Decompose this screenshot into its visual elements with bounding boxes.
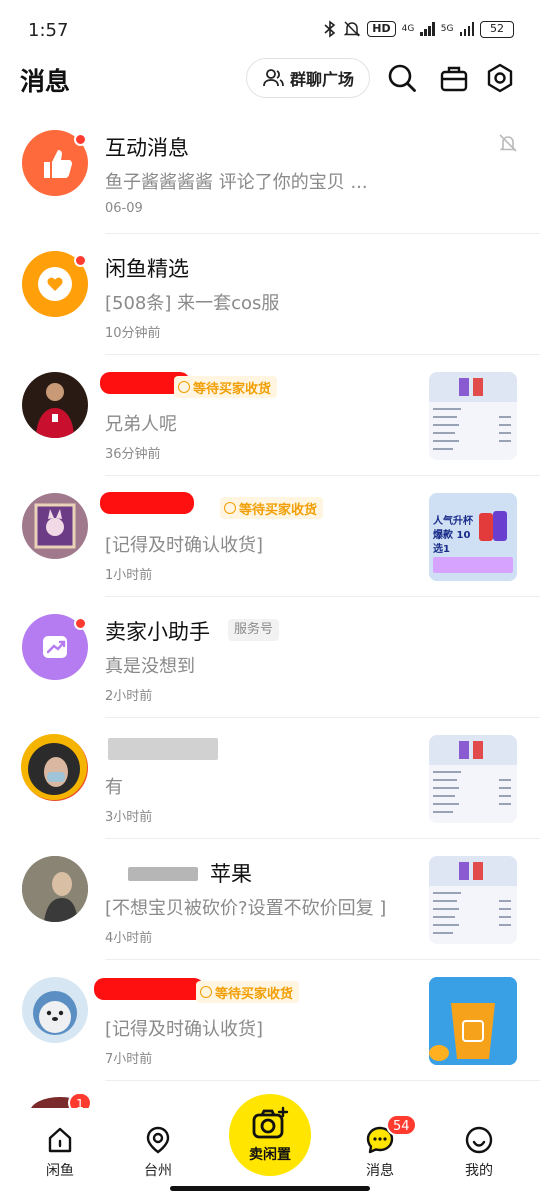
user-avatar <box>22 856 88 922</box>
search-icon[interactable] <box>386 62 418 94</box>
unread-count-badge: 54 <box>386 1114 417 1136</box>
unread-dot <box>74 254 87 267</box>
conversation-time: 1小时前 <box>105 568 153 583</box>
conversation-item[interactable]: 等待买家收货 兄弟人呢 36分钟前 <box>0 355 540 476</box>
conversation-list: 互动消息 鱼子酱酱酱酱 评论了你的宝贝 ... 06-09 闲鱼精选 [508条… <box>0 113 540 1081</box>
conversation-item[interactable]: 卖家小助手 服务号 真是没想到 2小时前 <box>0 597 540 718</box>
bell-muted-icon <box>343 21 361 37</box>
conversation-preview: [不想宝贝被砍价?设置不砍价回复 ] <box>105 898 387 919</box>
conversation-time: 06-09 <box>105 201 143 216</box>
nav-label: 闲鱼 <box>46 1163 74 1179</box>
seal-cartoon <box>33 991 77 1035</box>
status-bar: 1:57 HD 4G 5G 52 <box>0 0 540 62</box>
conversation-name: 苹果 <box>210 862 252 886</box>
bluetooth-icon <box>324 20 336 38</box>
hd-indicator: HD <box>367 21 396 37</box>
conversation-time: 36分钟前 <box>105 447 161 462</box>
conversation-time: 4小时前 <box>105 931 153 946</box>
person-photo <box>21 734 87 800</box>
network-4g-label: 4G <box>401 24 415 34</box>
unread-dot <box>74 133 87 146</box>
home-indicator <box>170 1186 370 1191</box>
redacted-name <box>100 492 194 514</box>
person-photo <box>34 503 76 549</box>
order-status-tag: 等待买家收货 <box>220 497 324 519</box>
network-5g-label: 5G <box>440 24 454 34</box>
conversation-name: 闲鱼精选 <box>105 257 189 281</box>
item-thumbnail[interactable] <box>429 372 517 460</box>
mute-icon <box>499 134 517 152</box>
conversation-time: 10分钟前 <box>105 326 161 341</box>
conversation-preview: [记得及时确认收货] <box>105 535 264 556</box>
conversation-time: 2小时前 <box>105 689 153 704</box>
order-status-tag: 等待买家收货 <box>174 376 278 398</box>
location-icon <box>146 1126 170 1154</box>
item-thumbnail[interactable] <box>429 977 517 1065</box>
top-bar: 消息 群聊广场 <box>0 56 540 106</box>
conversation-name: 互动消息 <box>105 136 189 160</box>
nav-label: 台州 <box>144 1163 172 1179</box>
settings-icon[interactable] <box>484 62 516 94</box>
person-photo <box>36 383 74 438</box>
conversation-preview: 鱼子酱酱酱酱 评论了你的宝贝 ... <box>105 172 368 193</box>
conversation-item[interactable]: 等待买家收货 [记得及时确认收货] 7小时前 <box>0 960 540 1081</box>
user-avatar <box>22 493 88 559</box>
conversation-name: 卖家小助手 <box>105 620 210 644</box>
item-thumbnail[interactable] <box>429 856 517 944</box>
conversation-item[interactable]: 苹果 [不想宝贝被砍价?设置不砍价回复 ] 4小时前 <box>0 839 540 960</box>
conversation-item[interactable]: 有 3小时前 <box>0 718 540 839</box>
users-icon <box>263 69 284 87</box>
camera-icon <box>252 1106 289 1139</box>
conversation-preview: 真是没想到 <box>105 656 195 677</box>
unread-dot <box>74 617 87 630</box>
signal-bars-icon <box>420 22 435 36</box>
conversation-item[interactable]: 闲鱼精选 [508条] 来一套cos服 10分钟前 <box>0 234 540 355</box>
conversation-preview: [记得及时确认收货] <box>105 1019 264 1040</box>
person-photo <box>22 856 88 922</box>
group-chat-plaza-label: 群聊广场 <box>289 70 354 89</box>
conversation-preview: 有 <box>105 777 123 798</box>
redacted-name <box>94 978 204 1000</box>
unread-count-badge: 1 <box>68 1092 92 1108</box>
smile-icon <box>465 1126 493 1154</box>
briefcase-icon[interactable] <box>438 62 470 94</box>
service-account-tag: 服务号 <box>228 619 280 641</box>
item-thumbnail[interactable]: 人气升杯爆款 10选1 <box>429 493 517 581</box>
nav-label: 我的 <box>465 1163 493 1179</box>
home-icon <box>48 1127 72 1153</box>
page-title: 消息 <box>20 67 71 96</box>
promo-text: 人气升杯爆款 10选1 <box>433 516 473 555</box>
user-avatar <box>22 977 88 1043</box>
order-status-tag: 等待买家收货 <box>196 981 300 1003</box>
user-avatar <box>22 372 88 438</box>
conversation-preview: [508条] 来一套cos服 <box>105 293 280 314</box>
battery-icon: 52 <box>480 20 514 38</box>
conversation-item[interactable]: 等待买家收货 [记得及时确认收货] 1小时前 人气升杯爆款 10选1 <box>0 476 540 597</box>
redacted-name <box>128 867 198 881</box>
conversation-time: 3小时前 <box>105 810 153 825</box>
sell-label: 卖闲置 <box>249 1147 291 1163</box>
status-time: 1:57 <box>28 20 69 41</box>
conversation-item[interactable]: 互动消息 鱼子酱酱酱酱 评论了你的宝贝 ... 06-09 <box>0 113 540 234</box>
signal-bars-icon <box>459 22 474 36</box>
nav-profile[interactable]: 我的 <box>444 1122 514 1188</box>
user-avatar <box>21 734 88 801</box>
item-thumbnail[interactable] <box>429 735 517 823</box>
nav-location[interactable]: 台州 <box>123 1122 193 1188</box>
group-chat-plaza-button[interactable]: 群聊广场 <box>246 58 370 98</box>
nav-home[interactable]: 闲鱼 <box>25 1122 95 1188</box>
conversation-preview: 兄弟人呢 <box>105 414 177 435</box>
nav-label: 消息 <box>366 1163 394 1179</box>
redacted-name <box>108 738 218 760</box>
conversation-time: 7小时前 <box>105 1052 153 1067</box>
